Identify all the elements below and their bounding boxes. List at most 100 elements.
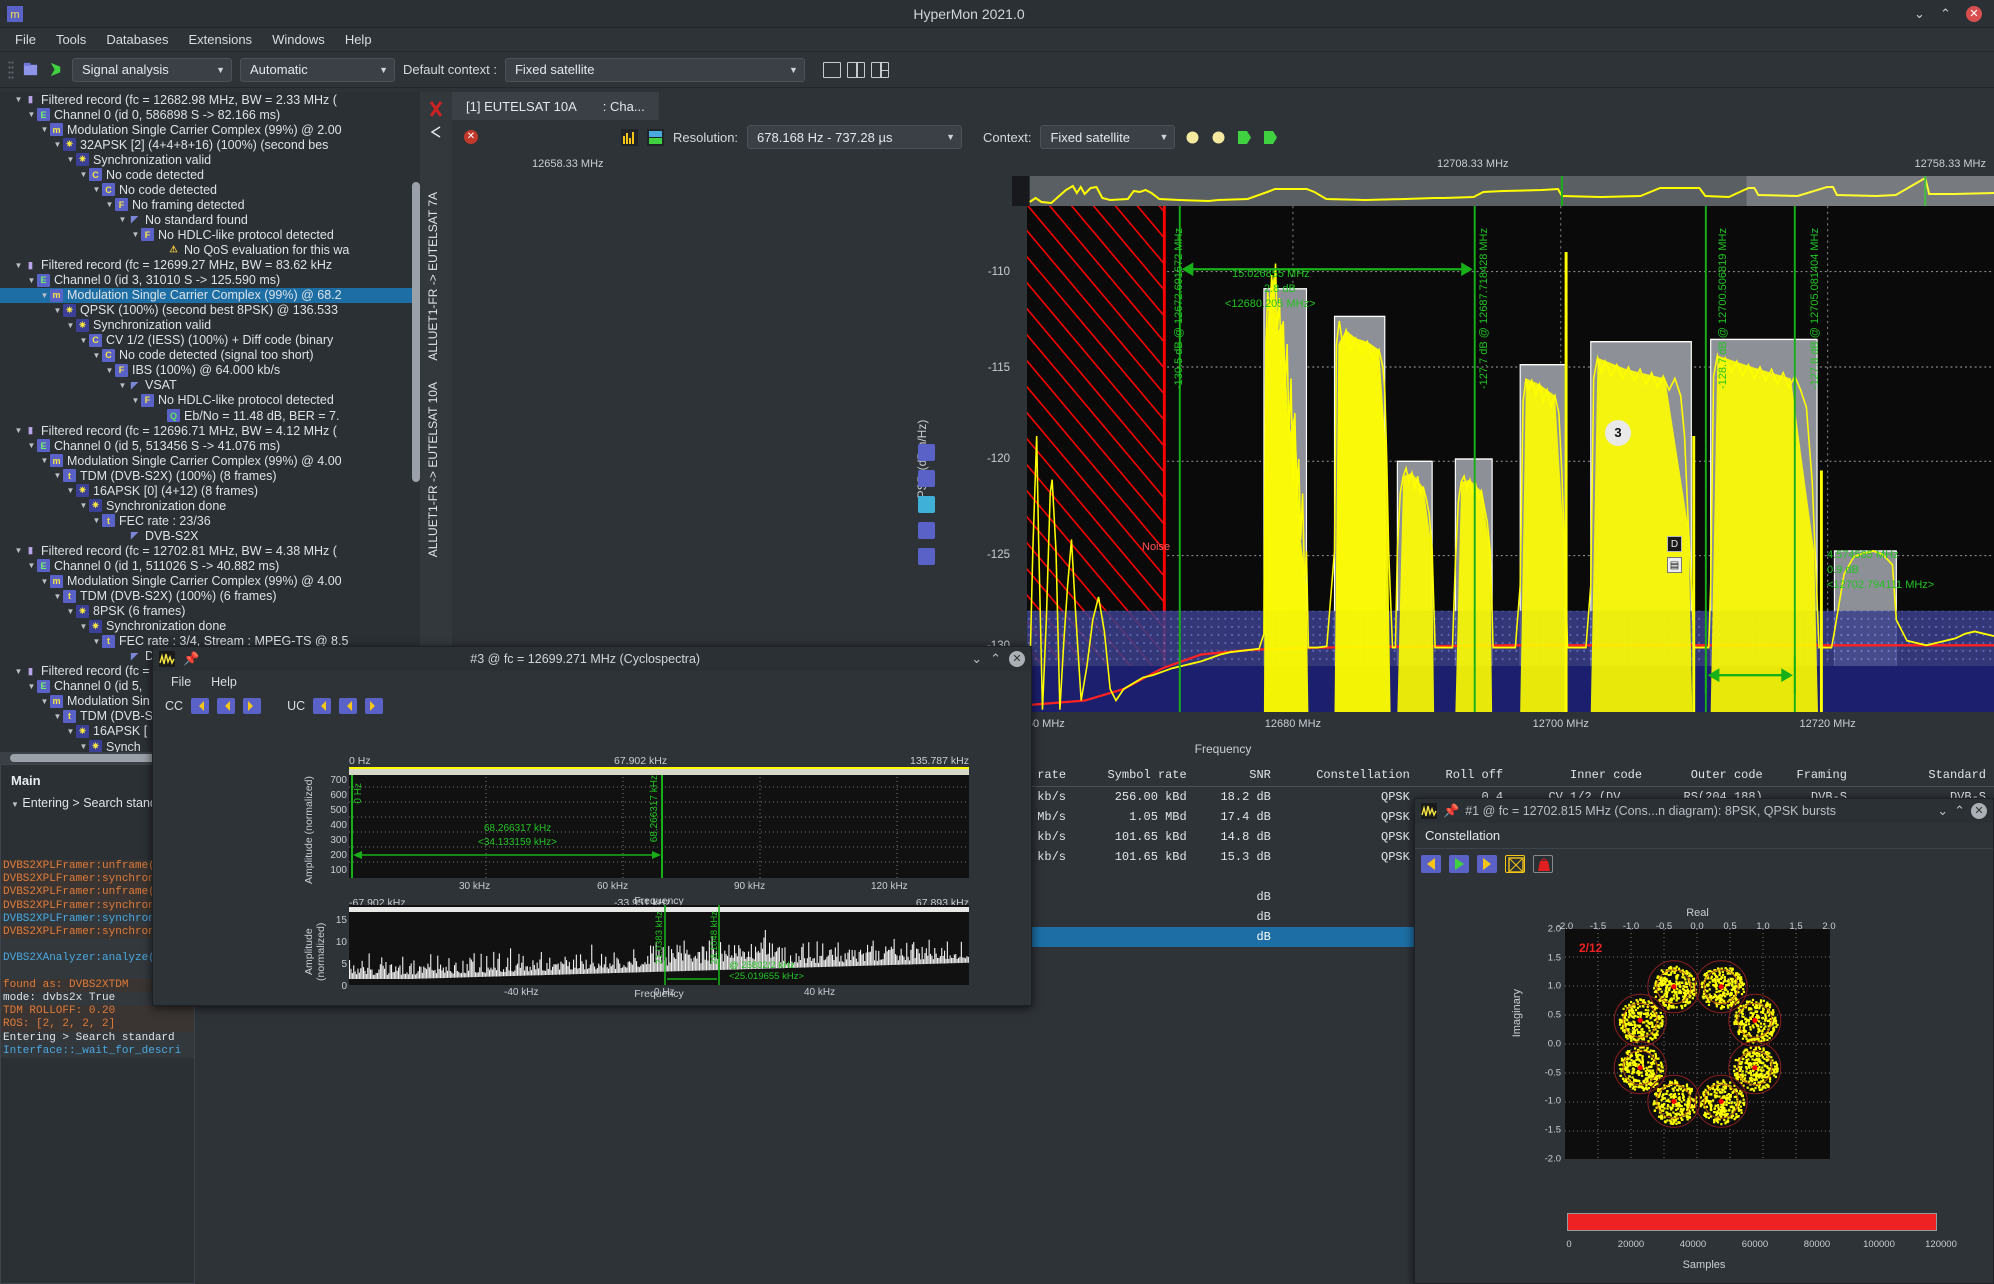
- cc-next-icon[interactable]: [243, 698, 261, 714]
- layout-split-triple-button[interactable]: [871, 62, 889, 78]
- table-icon[interactable]: [918, 548, 935, 565]
- tree-expand-arrow[interactable]: ▼: [78, 170, 89, 179]
- tree-expand-arrow[interactable]: ▼: [65, 486, 76, 495]
- constellation-maximize-button[interactable]: ⌃: [1954, 803, 1965, 819]
- tree-expand-arrow[interactable]: ▼: [52, 592, 63, 601]
- constellation-close-icon[interactable]: ✕: [1971, 803, 1987, 819]
- menu-help[interactable]: Help: [336, 29, 381, 50]
- tree-expand-arrow[interactable]: ▼: [26, 561, 37, 570]
- vertical-tab-eutelsat-7a[interactable]: ALLUET1-FR -> EUTELSAT 7A: [426, 192, 440, 361]
- tree-row[interactable]: ▼ E Channel 0 (id 0, 586898 S -> 82.166 ms…: [0, 107, 420, 122]
- tab-eutelsat-10a[interactable]: [1] EUTELSAT 10A : Cha...: [452, 92, 660, 120]
- tree-expand-arrow[interactable]: ▼: [130, 230, 141, 239]
- tree-row[interactable]: ▼ ✷ Synchronization done: [0, 619, 420, 634]
- carriers-column-header[interactable]: Roll off: [1418, 764, 1511, 787]
- tree-row[interactable]: ▼ F IBS (100%) @ 64.000 kb/s: [0, 363, 420, 378]
- menu-tools[interactable]: Tools: [47, 29, 95, 50]
- resolution-select[interactable]: 678.168 Hz - 737.28 µs ▼: [747, 125, 962, 149]
- carriers-column-header[interactable]: Symbol rate: [1074, 764, 1195, 787]
- tree-row[interactable]: ▼ C No code detected: [0, 167, 420, 182]
- vertical-tab-eutelsat-10a[interactable]: ALLUET1-FR -> EUTELSAT 10A: [426, 382, 440, 557]
- tree-expand-arrow[interactable]: ▼: [91, 185, 102, 194]
- carriers-column-header[interactable]: Inner code: [1511, 764, 1650, 787]
- samples-progress-bar[interactable]: [1567, 1213, 1937, 1231]
- tree-row[interactable]: ▼ ✷ Synchronization valid: [0, 152, 420, 167]
- carriers-column-header[interactable]: SNR: [1195, 764, 1279, 787]
- tree-expand-arrow[interactable]: ▼: [13, 426, 24, 435]
- marker-a-icon[interactable]: [1184, 129, 1201, 146]
- cyclo-menu-file[interactable]: File: [163, 673, 199, 691]
- uc-prev-icon[interactable]: [313, 698, 331, 714]
- carriers-column-header[interactable]: Standard: [1855, 764, 1994, 787]
- spectrum-canvas[interactable]: -130.5 dB @ 12672.691572 MHz -127.7 dB @…: [1027, 206, 1994, 712]
- antenna-icon[interactable]: [918, 444, 935, 461]
- tree-row[interactable]: ▼ ◤ No standard found: [0, 212, 420, 227]
- tree-expand-arrow[interactable]: ▼: [52, 471, 63, 480]
- folder-icon[interactable]: [22, 61, 39, 78]
- weight-icon[interactable]: [1533, 855, 1553, 873]
- automatic-mode-select[interactable]: Automatic ▼: [240, 58, 395, 82]
- constellation-canvas[interactable]: 2/12: [1565, 929, 1830, 1159]
- tree-row[interactable]: ▼ ✷ Synchronization done: [0, 498, 420, 513]
- constellation-minimize-button[interactable]: ⌄: [1937, 803, 1948, 819]
- tree-expand-arrow[interactable]: ▼: [52, 306, 63, 315]
- tree-row[interactable]: ▼ ✷ 32APSK [2] (4+4+8+16) (100%) (second b…: [0, 137, 420, 152]
- close-record-icon[interactable]: [427, 100, 445, 118]
- share-icon[interactable]: [427, 124, 445, 142]
- default-context-select[interactable]: Fixed satellite ▼: [505, 58, 805, 82]
- play-icon[interactable]: [1449, 855, 1469, 873]
- tree-vertical-scrollbar[interactable]: [412, 182, 420, 482]
- cc-prev-icon[interactable]: [191, 698, 209, 714]
- tree-expand-arrow[interactable]: ▼: [117, 381, 128, 390]
- tree-expand-arrow[interactable]: ▼: [91, 516, 102, 525]
- stop-icon[interactable]: ✕: [464, 130, 478, 144]
- tree-expand-arrow[interactable]: ▼: [130, 396, 141, 405]
- export-icon[interactable]: [918, 522, 935, 539]
- tree-row[interactable]: ▼ C No code detected: [0, 182, 420, 197]
- tree-expand-arrow[interactable]: ▼: [78, 622, 89, 631]
- tree-expand-arrow[interactable]: ▼: [26, 110, 37, 119]
- tree-expand-arrow[interactable]: ▼: [104, 200, 115, 209]
- tree-row[interactable]: ▼ F No HDLC-like protocol detected: [0, 227, 420, 242]
- menu-extensions[interactable]: Extensions: [179, 29, 261, 50]
- tree-expand-arrow[interactable]: ▼: [39, 577, 50, 586]
- marker-b-icon[interactable]: [1210, 129, 1227, 146]
- tree-expand-arrow[interactable]: ▼: [39, 291, 50, 300]
- pin-icon[interactable]: 📌: [1443, 803, 1459, 819]
- tree-row[interactable]: ▼ t FEC rate : 23/36: [0, 513, 420, 528]
- tree-expand-arrow[interactable]: ▼: [26, 441, 37, 450]
- menu-file[interactable]: File: [6, 29, 45, 50]
- close-icon[interactable]: ✕: [1966, 6, 1982, 22]
- tree-row[interactable]: ▼ C CV 1/2 (IESS) (100%) + Diff code (bina…: [0, 333, 420, 348]
- tree-row[interactable]: ▼ ◤ VSAT: [0, 378, 420, 393]
- tree-expand-arrow[interactable]: ▼: [78, 742, 89, 751]
- carrier-marker-3[interactable]: 3: [1605, 420, 1631, 446]
- signal-icon[interactable]: [47, 61, 64, 78]
- tree-expand-arrow[interactable]: ▼: [13, 546, 24, 555]
- tree-expand-arrow[interactable]: ▼: [91, 637, 102, 646]
- tree-row[interactable]: ▼ E Channel 0 (id 1, 511026 S -> 40.882 ms…: [0, 558, 420, 573]
- demod-badge-icon[interactable]: D: [1667, 536, 1682, 552]
- spectrum-view-icon[interactable]: [621, 129, 638, 146]
- cyclospectra-maximize-button[interactable]: ⌃: [990, 651, 1001, 667]
- tree-row[interactable]: ▼ E Channel 0 (id 5, 513456 S -> 41.076 ms…: [0, 438, 420, 453]
- tree-expand-arrow[interactable]: ▼: [65, 607, 76, 616]
- tree-row[interactable]: ◤DVB-S2X: [0, 528, 420, 543]
- tree-row[interactable]: ▼ m Modulation Single Carrier Complex (99%…: [0, 288, 420, 303]
- tree-row[interactable]: ▼ t TDM (DVB-S2X) (100%) (6 frames): [0, 589, 420, 604]
- tree-row[interactable]: ▼ m Modulation Single Carrier Complex (99%…: [0, 122, 420, 137]
- cyclo-top-plot[interactable]: 68.266317 kHz <34.133159 kHz> 68.266317 …: [349, 773, 969, 878]
- tree-row[interactable]: ▼ ▮ Filtered record (fc = 12696.71 MHz, BW…: [0, 423, 420, 438]
- cyclospectra-window[interactable]: 📌 #3 @ fc = 12699.271 MHz (Cyclospectra)…: [152, 646, 1032, 1006]
- constellation-window[interactable]: 📌 #1 @ fc = 12702.815 MHz (Cons...n diag…: [1414, 798, 1994, 1284]
- tree-expand-arrow[interactable]: ▼: [104, 366, 115, 375]
- tree-row[interactable]: Q Eb/No = 11.48 dB, BER = 7.: [0, 408, 420, 423]
- layout-split-vertical-button[interactable]: [847, 62, 865, 78]
- maximize-button[interactable]: ⌃: [1940, 7, 1954, 21]
- analysis-mode-select[interactable]: Signal analysis ▼: [72, 58, 232, 82]
- layout-single-button[interactable]: [823, 62, 841, 78]
- tree-row[interactable]: ▼ E Channel 0 (id 3, 31010 S -> 125.590 ms…: [0, 273, 420, 288]
- waterfall-view-icon[interactable]: [647, 129, 664, 146]
- uc-first-icon[interactable]: [339, 698, 357, 714]
- tree-expand-arrow[interactable]: ▼: [78, 501, 89, 510]
